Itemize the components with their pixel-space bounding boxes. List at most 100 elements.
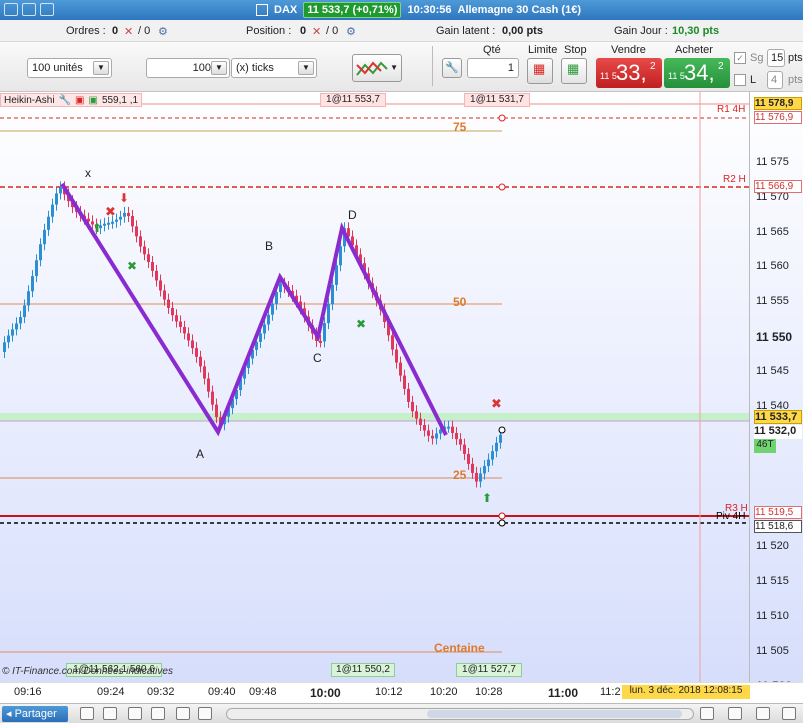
fib-50-label: 50 xyxy=(453,295,467,309)
share-button[interactable]: ◂ Partager xyxy=(2,706,68,722)
wave-label-x: x xyxy=(85,166,91,180)
sg-label: Sg xyxy=(750,52,764,64)
candle-body xyxy=(195,348,198,357)
buy-signal-icon: ✖ xyxy=(356,317,366,331)
sell-button[interactable]: 11 5 33, 2 xyxy=(596,58,662,88)
position-settings-icon[interactable]: ⚙ xyxy=(346,25,356,38)
limit-order-icon: ▦ xyxy=(533,61,546,76)
candle-body xyxy=(115,219,118,222)
strategy-button[interactable]: ▼ xyxy=(352,54,402,82)
tile-icon[interactable] xyxy=(22,3,36,16)
limit-label: Limite xyxy=(528,44,558,56)
candle-body xyxy=(463,444,466,454)
chevron-down-icon[interactable]: ▼ xyxy=(93,61,109,75)
price-scale-tick: 11 520 xyxy=(756,540,789,552)
r1-label: R1 4H xyxy=(717,104,746,115)
sg-input[interactable]: 15 xyxy=(767,49,785,67)
candle-body xyxy=(215,404,218,418)
candle-body xyxy=(143,246,146,255)
sell-price-main: 33, xyxy=(616,60,647,85)
orders-value: 0 xyxy=(112,25,119,37)
candle-body xyxy=(111,221,114,224)
candle-body xyxy=(27,291,30,306)
l-input[interactable]: 4 xyxy=(767,71,783,89)
window-menu-icon[interactable] xyxy=(4,3,18,16)
candle-body xyxy=(335,265,338,285)
price-box-current: 11 533,7 xyxy=(754,410,802,424)
buy-button[interactable]: 11 5 34, 2 xyxy=(664,58,730,88)
price-scale-tick: 11 550 xyxy=(756,330,793,344)
qty-input[interactable]: 1 xyxy=(467,58,519,78)
units-select[interactable]: 100 unités ▼ xyxy=(27,58,112,78)
time-axis[interactable]: 09:16 09:24 09:32 09:40 09:48 10:00 10:12 10:20… xyxy=(0,682,803,704)
close-icon[interactable] xyxy=(782,707,796,720)
day-gain-value: 10,30 pts xyxy=(672,25,720,37)
arrow-up-icon[interactable]: ▣ xyxy=(88,95,97,106)
candle-body xyxy=(475,472,478,482)
chevron-down-icon[interactable]: ▼ xyxy=(211,61,227,75)
chevron-down-icon[interactable]: ▼ xyxy=(390,63,398,72)
ticks-select[interactable]: (x) ticks ▼ xyxy=(231,58,317,78)
cancel-orders-icon[interactable]: ✕ xyxy=(124,25,133,38)
price-scale[interactable]: 11 575 11 570 11 565 11 560 11 555 11 550 11 5… xyxy=(749,92,803,682)
day-gain-label: Gain Jour : xyxy=(614,25,668,37)
candle-body xyxy=(179,321,182,327)
candle-body xyxy=(151,262,154,271)
zoom-icon[interactable] xyxy=(700,707,714,720)
candle-body xyxy=(339,246,342,266)
chart-canvas[interactable]: ✖✖✖✖⬆⬇⬆ xyxy=(0,92,803,682)
restore-icon[interactable] xyxy=(40,3,54,16)
order-tag-top-2[interactable]: 1@11 531,7 xyxy=(464,93,530,107)
candle-body xyxy=(263,324,266,334)
list-icon[interactable] xyxy=(151,707,165,720)
horizontal-scrollbar[interactable] xyxy=(226,708,694,720)
quantity-field[interactable]: 100 ▼ xyxy=(146,58,230,78)
sg-checkbox[interactable]: ✓ xyxy=(734,52,746,64)
quantity-field-value: 100 xyxy=(192,62,211,74)
price-scale-tick: 11 515 xyxy=(756,575,789,587)
order-tag-top-1[interactable]: 1@11 553,7 xyxy=(320,93,386,107)
candle-body xyxy=(191,340,194,349)
settings-icon[interactable] xyxy=(728,707,742,720)
wrench-icon[interactable]: 🔧 xyxy=(59,95,71,106)
candle-body xyxy=(451,426,454,433)
price-box-r3: 11 519,5 xyxy=(754,506,802,519)
arrow-down-icon[interactable]: ▣ xyxy=(75,95,84,106)
order-tag-bottom-3[interactable]: 1@11 527,7 xyxy=(456,663,522,677)
candle-body xyxy=(499,434,502,443)
price-scale-tick: 11 510 xyxy=(756,610,789,622)
candle-body xyxy=(159,280,162,291)
order-tag-bottom-2[interactable]: 1@11 550,2 xyxy=(331,663,395,677)
note-icon[interactable] xyxy=(176,707,190,720)
stop-label: Stop xyxy=(564,44,587,56)
indicator-icon[interactable] xyxy=(128,707,142,720)
sell-label: Vendre xyxy=(611,44,646,56)
l-checkbox[interactable] xyxy=(734,74,746,86)
scrollbar-thumb[interactable] xyxy=(427,710,682,718)
copyright-text: © IT-Finance.com Données indicatives xyxy=(2,666,173,677)
time-axis-tick: 10:00 xyxy=(310,686,341,700)
chevron-down-icon[interactable]: ▼ xyxy=(298,61,314,75)
wave-label-a: A xyxy=(196,447,205,461)
limit-order-button[interactable]: ▦ xyxy=(527,58,553,84)
wrench-icon[interactable]: 🔧 xyxy=(442,58,462,78)
candle-body xyxy=(327,304,330,324)
candle-body xyxy=(431,435,434,439)
draw-icon[interactable] xyxy=(198,707,212,720)
pin-icon[interactable] xyxy=(256,4,268,16)
layout-icon[interactable] xyxy=(80,707,94,720)
candle-body xyxy=(47,216,50,230)
time-axis-tick: 10:20 xyxy=(430,686,458,698)
price-change-badge: 11 533,7 (+0,71%) xyxy=(303,2,402,18)
price-chart[interactable]: ✖ ✖ ✖ ✖ ⬆ ⬇ ⬆ Heikin-Ashi 🔧 ▣ ▣ 559,1 ,1 1@11 … xyxy=(0,92,803,682)
stop-order-button[interactable]: ▦ xyxy=(561,58,587,84)
orders-settings-icon[interactable]: ⚙ xyxy=(158,25,168,38)
table-icon[interactable] xyxy=(103,707,117,720)
candle-body xyxy=(319,340,322,343)
close-position-icon[interactable]: ✕ xyxy=(312,25,321,38)
candle-body xyxy=(391,335,394,350)
time-axis-tick: 11:00 xyxy=(548,686,579,700)
indicator-values: 559,1 ,1 xyxy=(101,94,139,106)
up-arrow-icon: ⬆ xyxy=(482,491,492,505)
hand-icon[interactable] xyxy=(756,707,770,720)
